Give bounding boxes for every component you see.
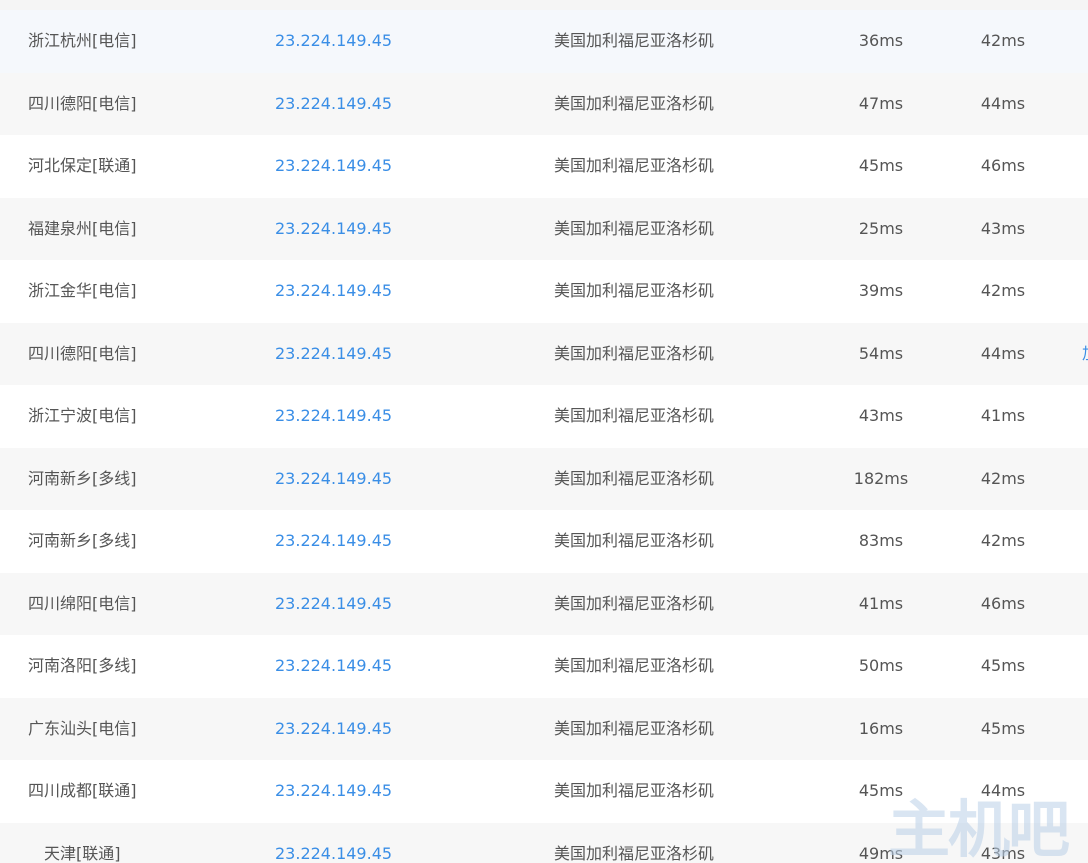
- node-cell: 四川成都[联通]: [28, 781, 137, 800]
- table-row[interactable]: 四川绵阳[电信] 23.224.149.45 美国加利福尼亚洛杉矶 41ms 4…: [0, 572, 1088, 636]
- ip-link[interactable]: 23.224.149.45: [275, 823, 392, 863]
- table-row[interactable]: 河南新乡[多线] 23.224.149.45 美国加利福尼亚洛杉矶 182ms …: [0, 447, 1088, 511]
- table-row[interactable]: 四川成都[联通] 23.224.149.45 美国加利福尼亚洛杉矶 45ms 4…: [0, 760, 1088, 823]
- table-row[interactable]: 河南洛阳[多线] 23.224.149.45 美国加利福尼亚洛杉矶 50ms 4…: [0, 635, 1088, 698]
- node-cell: 广东汕头[电信]: [28, 718, 137, 738]
- location-cell: 美国加利福尼亚洛杉矶: [554, 718, 715, 738]
- node-cell: 河南洛阳[多线]: [28, 656, 137, 675]
- location-cell: 美国加利福尼亚洛杉矶: [554, 781, 715, 800]
- ping-cell: 45ms: [858, 156, 904, 175]
- node-cell: 四川绵阳[电信]: [28, 593, 137, 613]
- node-cell: 河南新乡[多线]: [28, 531, 137, 550]
- location-cell: 美国加利福尼亚洛杉矶: [554, 93, 715, 113]
- ip-link[interactable]: 23.224.149.45: [275, 260, 392, 323]
- ip-link[interactable]: 23.224.149.45: [275, 510, 392, 573]
- location-cell: 美国加利福尼亚洛杉矶: [554, 531, 715, 550]
- ip-link[interactable]: 23.224.149.45: [275, 73, 392, 136]
- table-row[interactable]: 河南新乡[多线] 23.224.149.45 美国加利福尼亚洛杉矶 83ms 4…: [0, 510, 1088, 573]
- avg-ping-cell: 46ms: [980, 593, 1026, 613]
- table-row[interactable]: 河北保定[联通] 23.224.149.45 美国加利福尼亚洛杉矶 45ms 4…: [0, 135, 1088, 198]
- ip-link[interactable]: 23.224.149.45: [275, 635, 392, 698]
- node-cell: 浙江金华[电信]: [28, 281, 137, 300]
- ping-results-page: 浙江杭州[电信] 23.224.149.45 美国加利福尼亚洛杉矶 36ms 4…: [0, 0, 1088, 863]
- ping-cell: 50ms: [858, 656, 904, 675]
- node-cell: 浙江杭州[电信]: [28, 31, 137, 50]
- avg-ping-cell: 45ms: [980, 656, 1026, 675]
- ip-link[interactable]: 23.224.149.45: [275, 698, 392, 761]
- ping-cell: 16ms: [858, 718, 904, 738]
- location-cell: 美国加利福尼亚洛杉矶: [554, 468, 715, 488]
- table-row[interactable]: 四川德阳[电信] 23.224.149.45 美国加利福尼亚洛杉矶 54ms 4…: [0, 322, 1088, 386]
- ping-cell: 43ms: [858, 406, 904, 425]
- table-row[interactable]: 四川德阳[电信] 23.224.149.45 美国加利福尼亚洛杉矶 47ms 4…: [0, 72, 1088, 136]
- location-cell: 美国加利福尼亚洛杉矶: [554, 843, 715, 863]
- ip-link[interactable]: 23.224.149.45: [275, 760, 392, 823]
- ip-link[interactable]: 23.224.149.45: [275, 573, 392, 636]
- avg-ping-cell: 43ms: [980, 843, 1026, 863]
- ping-cell: 39ms: [858, 281, 904, 300]
- node-cell: 浙江宁波[电信]: [28, 406, 137, 425]
- avg-ping-cell: 42ms: [980, 281, 1026, 300]
- location-cell: 美国加利福尼亚洛杉矶: [554, 31, 715, 50]
- ip-link[interactable]: 23.224.149.45: [275, 385, 392, 448]
- ip-link[interactable]: 23.224.149.45: [275, 135, 392, 198]
- avg-ping-cell: 44ms: [980, 343, 1026, 363]
- ping-cell: 45ms: [858, 781, 904, 800]
- location-cell: 美国加利福尼亚洛杉矶: [554, 343, 715, 363]
- table-row[interactable]: 福建泉州[电信] 23.224.149.45 美国加利福尼亚洛杉矶 25ms 4…: [0, 197, 1088, 261]
- ping-results-table: 浙江杭州[电信] 23.224.149.45 美国加利福尼亚洛杉矶 36ms 4…: [0, 10, 1088, 863]
- table-row[interactable]: 浙江杭州[电信] 23.224.149.45 美国加利福尼亚洛杉矶 36ms 4…: [0, 10, 1088, 73]
- ip-link[interactable]: 23.224.149.45: [275, 198, 392, 261]
- avg-ping-cell: 42ms: [980, 468, 1026, 488]
- ping-cell: 47ms: [858, 93, 904, 113]
- location-cell: 美国加利福尼亚洛杉矶: [554, 156, 715, 175]
- node-cell: 福建泉州[电信]: [28, 218, 137, 238]
- location-cell: 美国加利福尼亚洛杉矶: [554, 218, 715, 238]
- action-link-truncated[interactable]: 加: [1082, 323, 1088, 386]
- avg-ping-cell: 45ms: [980, 718, 1026, 738]
- avg-ping-cell: 42ms: [980, 531, 1026, 550]
- ping-cell: 49ms: [858, 843, 904, 863]
- ping-cell: 41ms: [858, 593, 904, 613]
- node-cell: 河北保定[联通]: [28, 156, 137, 175]
- ping-cell: 54ms: [858, 343, 904, 363]
- ping-cell: 83ms: [858, 531, 904, 550]
- ping-cell: 25ms: [858, 218, 904, 238]
- ip-link[interactable]: 23.224.149.45: [275, 323, 392, 386]
- ping-cell: 36ms: [858, 31, 904, 50]
- location-cell: 美国加利福尼亚洛杉矶: [554, 406, 715, 425]
- table-row[interactable]: 浙江金华[电信] 23.224.149.45 美国加利福尼亚洛杉矶 39ms 4…: [0, 260, 1088, 323]
- table-top-edge: [0, 0, 1088, 10]
- table-row[interactable]: 浙江宁波[电信] 23.224.149.45 美国加利福尼亚洛杉矶 43ms 4…: [0, 385, 1088, 448]
- location-cell: 美国加利福尼亚洛杉矶: [554, 281, 715, 300]
- avg-ping-cell: 46ms: [980, 156, 1026, 175]
- node-cell: 天津[联通]: [44, 843, 121, 863]
- avg-ping-cell: 44ms: [980, 781, 1026, 800]
- avg-ping-cell: 43ms: [980, 218, 1026, 238]
- node-cell: 四川德阳[电信]: [28, 343, 137, 363]
- node-cell: 河南新乡[多线]: [28, 468, 137, 488]
- avg-ping-cell: 41ms: [980, 406, 1026, 425]
- location-cell: 美国加利福尼亚洛杉矶: [554, 656, 715, 675]
- node-cell: 四川德阳[电信]: [28, 93, 137, 113]
- ip-link[interactable]: 23.224.149.45: [275, 448, 392, 511]
- location-cell: 美国加利福尼亚洛杉矶: [554, 593, 715, 613]
- ip-link[interactable]: 23.224.149.45: [275, 10, 392, 73]
- ping-cell: 182ms: [853, 468, 909, 488]
- avg-ping-cell: 42ms: [980, 31, 1026, 50]
- avg-ping-cell: 44ms: [980, 93, 1026, 113]
- table-row[interactable]: 广东汕头[电信] 23.224.149.45 美国加利福尼亚洛杉矶 16ms 4…: [0, 697, 1088, 761]
- table-row[interactable]: 天津[联通] 23.224.149.45 美国加利福尼亚洛杉矶 49ms 43m…: [0, 822, 1088, 863]
